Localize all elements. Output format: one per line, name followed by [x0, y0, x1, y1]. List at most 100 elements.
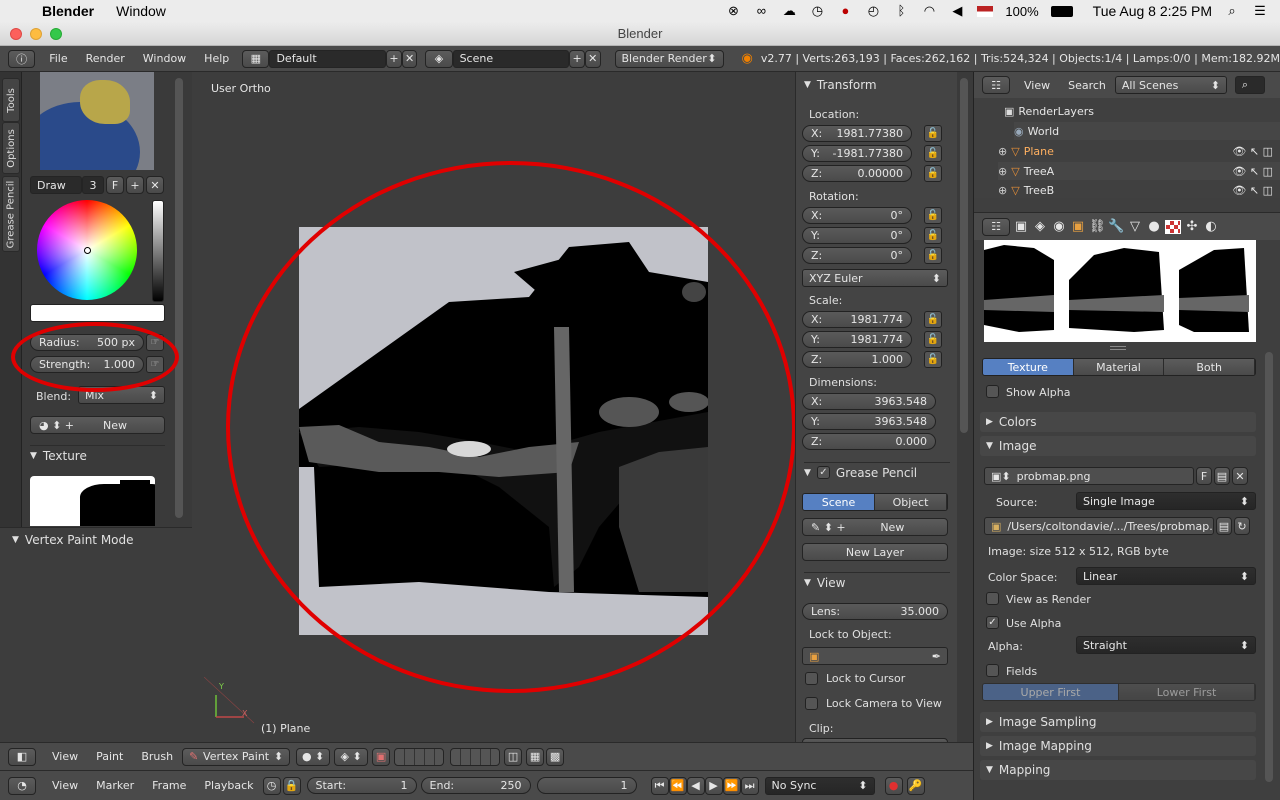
outliner-view-menu[interactable]: View [1024, 79, 1050, 92]
texture-context-icon[interactable] [1165, 219, 1181, 234]
menu-file[interactable]: File [49, 52, 67, 65]
lock-scale-x-icon[interactable]: 🔓 [924, 311, 942, 328]
filepath-reload-button[interactable]: ↻ [1234, 517, 1250, 535]
image-mapping-panel-header[interactable]: ▶ Image Mapping [980, 736, 1256, 756]
texture-tab[interactable]: Texture [983, 359, 1074, 375]
history-icon[interactable]: ◴ [865, 4, 881, 18]
render-engine-select[interactable]: Blender Render ⬍ [614, 49, 724, 68]
play-button[interactable]: ▶ [704, 776, 723, 795]
mode-select[interactable]: ✎ Vertex Paint ⬍ [182, 747, 291, 766]
material-context-icon[interactable]: ● [1146, 219, 1162, 234]
treeb-visibility-icons[interactable]: 👁 ↖ ◫ [1232, 184, 1273, 197]
outliner-search-field[interactable]: ⌕ [1234, 76, 1265, 94]
brush-color-swatch[interactable] [30, 304, 165, 322]
plane-visibility-icons[interactable]: 👁 ↖ ◫ [1232, 145, 1273, 158]
value-slider[interactable] [152, 200, 164, 302]
image-fake-user-button[interactable]: F [1196, 467, 1212, 485]
lock-range-icon[interactable]: 🔒 [282, 776, 301, 795]
shading-select[interactable]: ● ⬍ [296, 747, 331, 766]
image-unlink-button[interactable]: ✕ [1232, 467, 1248, 485]
rotation-mode-select[interactable]: XYZ Euler ⬍ [802, 269, 948, 287]
editor-type-icon[interactable]: ⓘ [8, 49, 36, 68]
add-layout-button[interactable]: + [386, 49, 402, 68]
scale-x-field[interactable]: X: 1981.774 [802, 311, 912, 328]
texture-preview[interactable] [30, 476, 155, 526]
outliner-display-select[interactable]: All Scenes ⬍ [1114, 76, 1227, 94]
use-alpha-checkbox[interactable]: ✓ [986, 616, 999, 629]
source-select[interactable]: Single Image ⬍ [1076, 492, 1256, 510]
rotation-z-field[interactable]: Z: 0° [802, 247, 912, 264]
outliner-row-treeb[interactable]: ⊕ ▽ TreeB 👁 ↖ ◫ [998, 182, 1280, 198]
battery-icon[interactable] [1050, 5, 1073, 17]
lock-rotation-x-icon[interactable]: 🔓 [924, 207, 942, 224]
texture-panel-header[interactable]: ▼ Texture [30, 445, 165, 465]
gp-scene-tab[interactable]: Scene [803, 494, 875, 510]
start-frame-field[interactable]: Start: 1 [306, 777, 417, 794]
alpha-mode-select[interactable]: Straight ⬍ [1076, 636, 1256, 654]
properties-editor-icon[interactable]: ☷ [982, 217, 1010, 236]
clock[interactable]: Tue Aug 8 2:25 PM [1093, 3, 1212, 19]
location-x-field[interactable]: X: 1981.77380 [802, 125, 912, 142]
render-context-icon[interactable]: ▣ [1013, 219, 1029, 234]
grease-pencil-panel-header[interactable]: ▼ ✓ Grease Pencil [804, 462, 950, 482]
window-menu[interactable]: Window [116, 3, 166, 19]
properties-region-scroll[interactable] [957, 72, 973, 742]
paint-mask-button[interactable]: ▣ [372, 747, 391, 766]
lock-location-x-icon[interactable]: 🔓 [924, 125, 942, 142]
render-image-icon[interactable]: ▦ [526, 747, 545, 766]
spotlight-icon[interactable]: ⌕ [1224, 4, 1240, 18]
colorspace-select[interactable]: Linear ⬍ [1076, 567, 1256, 585]
outliner-row-renderlayers[interactable]: ▣ RenderLayers [1004, 102, 1094, 120]
texture-new-button[interactable]: ◕ ⬍ + New [30, 416, 165, 434]
wifi-icon[interactable]: ◠ [921, 4, 937, 18]
treea-visibility-icons[interactable]: 👁 ↖ ◫ [1232, 165, 1273, 178]
dimensions-x-field[interactable]: X: 3963.548 [802, 393, 936, 410]
outliner-row-world[interactable]: ◉ World [1014, 122, 1280, 140]
dimensions-z-field[interactable]: Z: 0.000 [802, 433, 936, 450]
menu-render[interactable]: Render [86, 52, 125, 65]
color-wheel[interactable] [37, 200, 137, 300]
auto-keying-button[interactable]: ● [884, 776, 903, 795]
physics-context-icon[interactable]: ◐ [1203, 219, 1219, 234]
status-icon[interactable]: ⊗ [725, 4, 741, 18]
tool-shelf-scrollbar[interactable] [175, 78, 183, 518]
close-window-button[interactable] [10, 28, 22, 40]
brush-name-field[interactable]: Draw [30, 176, 82, 194]
lens-field[interactable]: Lens: 35.000 [802, 603, 948, 620]
gp-new-button[interactable]: ✎ ⬍ + New [802, 518, 948, 536]
notification-icon[interactable]: ☰ [1252, 4, 1268, 18]
grease-pencil-checkbox[interactable]: ✓ [816, 466, 830, 479]
sync-mode-select[interactable]: No Sync ⬍ [764, 776, 875, 795]
time-machine-icon[interactable]: ◷ [809, 4, 825, 18]
add-brush-button[interactable]: + [126, 176, 144, 194]
pivot-select[interactable]: ◈ ⬍ [334, 747, 369, 766]
timeline-playback-menu[interactable]: Playback [204, 779, 253, 792]
lock-rotation-y-icon[interactable]: 🔓 [924, 227, 942, 244]
jump-end-button[interactable]: ⏭ [740, 776, 759, 795]
add-scene-button[interactable]: + [569, 49, 585, 68]
menu-window[interactable]: Window [143, 52, 186, 65]
location-z-field[interactable]: Z: 0.00000 [802, 165, 912, 182]
viewport-view-menu[interactable]: View [52, 750, 78, 763]
properties-scrollbar[interactable] [1265, 352, 1273, 782]
image-panel-header[interactable]: ▼ Image [980, 436, 1256, 456]
eyedropper-icon[interactable]: ✒ [932, 650, 941, 663]
mapping-panel-header[interactable]: ▼ Mapping [980, 760, 1256, 780]
jump-start-button[interactable]: ⏮ [650, 776, 669, 795]
location-y-field[interactable]: Y: -1981.77380 [802, 145, 912, 162]
infinity-icon[interactable]: ∞ [753, 4, 769, 18]
vertex-paint-mode-header[interactable]: ▼ Vertex Paint Mode [0, 530, 192, 550]
filepath-browse-button[interactable]: ▤ [1216, 517, 1232, 535]
view-panel-header[interactable]: ▼ View [804, 572, 950, 592]
scene-field[interactable]: Scene [452, 49, 570, 68]
lock-scale-y-icon[interactable]: 🔓 [924, 331, 942, 348]
outliner-editor-icon[interactable]: ☷ [982, 76, 1010, 94]
rotation-x-field[interactable]: X: 0° [802, 207, 912, 224]
end-frame-field[interactable]: End: 250 [420, 777, 531, 794]
screen-layout-icon[interactable]: ▦ [242, 49, 270, 68]
tab-options[interactable]: Options [2, 122, 20, 174]
viewport-editor-icon[interactable]: ◧ [8, 747, 36, 766]
scene-context-icon[interactable]: ◈ [1032, 219, 1048, 234]
npanel-scrollbar-thumb[interactable] [960, 78, 968, 433]
volume-icon[interactable]: ◀ [949, 4, 965, 18]
